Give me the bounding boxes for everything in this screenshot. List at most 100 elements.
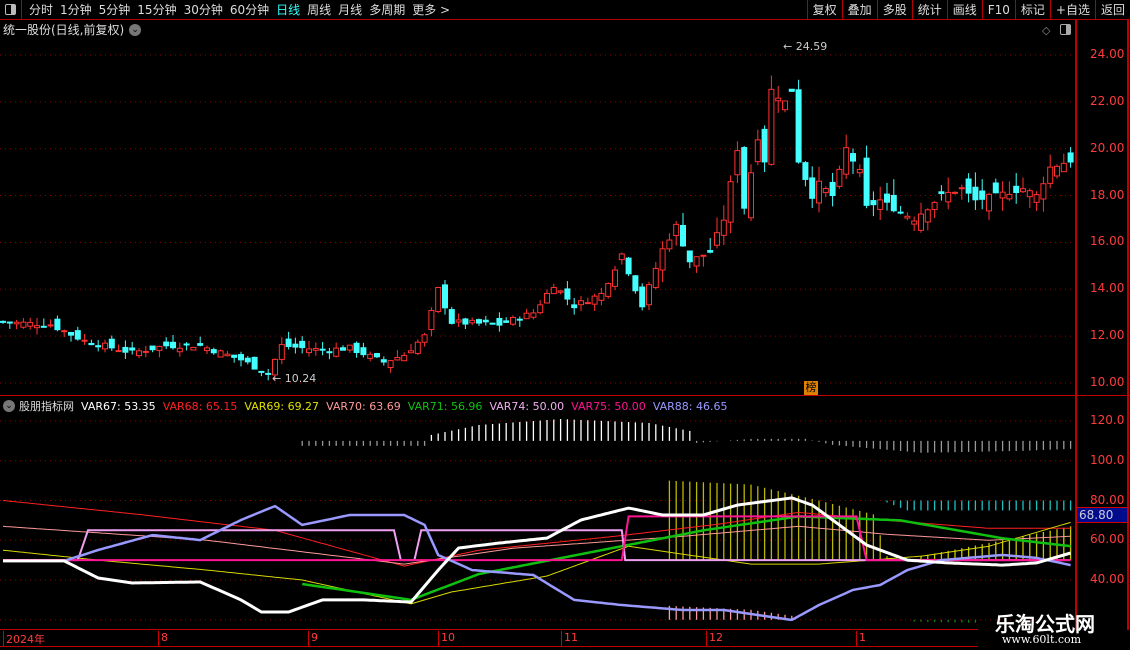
candle-body — [863, 157, 870, 206]
candle-body — [476, 319, 482, 324]
candle-body — [353, 342, 360, 354]
candle-body — [877, 199, 884, 210]
indicator-var-value: VAR75: 50.00 — [571, 399, 646, 413]
candle-body — [258, 370, 265, 373]
ranking-badge[interactable]: 榜 — [804, 381, 818, 395]
indicator-current-value: 68.80 — [1076, 507, 1128, 523]
panel-separator[interactable] — [0, 395, 1130, 396]
candle-body — [673, 223, 680, 237]
candle-body — [74, 330, 81, 340]
candle-body — [775, 97, 782, 102]
candle-body — [761, 128, 768, 163]
candle-body — [646, 284, 652, 306]
candle-body — [734, 150, 741, 176]
candle-body — [462, 318, 469, 325]
indicator-var-value: VAR69: 69.27 — [244, 399, 320, 413]
candle-body — [1013, 185, 1020, 194]
candle-body — [1054, 165, 1060, 177]
candle-body — [34, 325, 40, 329]
candle-body — [782, 100, 788, 111]
candle-body — [6, 321, 13, 324]
indicator-line-var70 — [2, 525, 1071, 565]
candle-body — [544, 292, 550, 304]
candle-body — [299, 340, 306, 349]
price-axis-label: 10.00 — [1090, 375, 1125, 389]
candle-body — [822, 188, 829, 194]
indicator-axis-label: 100.0 — [1090, 452, 1125, 467]
candle-body — [639, 286, 646, 308]
chevron-down-icon[interactable]: ⌄ — [3, 400, 15, 412]
candle-body — [952, 191, 958, 194]
price-axis-label: 16.00 — [1090, 234, 1125, 249]
candle-body — [129, 347, 136, 351]
candle-body — [197, 343, 204, 346]
candle-body — [183, 343, 190, 346]
candle-body — [156, 345, 163, 351]
candle-body — [421, 334, 428, 343]
candle-body — [435, 287, 442, 312]
candle-body — [54, 318, 61, 331]
candle-body — [591, 295, 598, 305]
candle-body — [523, 312, 530, 320]
candle-body — [489, 322, 496, 325]
candle-body — [95, 345, 102, 348]
candle-body — [428, 309, 435, 331]
candle-body — [482, 319, 489, 323]
candle-body — [346, 344, 353, 351]
candle-body — [850, 153, 856, 162]
candle-body — [1047, 166, 1054, 184]
candle-body — [108, 338, 115, 349]
candle-body — [516, 318, 523, 321]
candle-body — [924, 209, 931, 223]
candle-body — [136, 350, 142, 357]
candle-body — [496, 317, 503, 326]
candle-body — [965, 178, 972, 194]
candle-body — [612, 269, 618, 287]
candle-body — [190, 346, 197, 351]
candle-body — [47, 324, 54, 327]
candle-body — [652, 267, 659, 289]
indicator-header: ⌄ 股朋指标网 VAR67: 53.35 VAR68: 65.15 VAR69: 6… — [3, 398, 735, 414]
candle-body — [618, 253, 625, 261]
candle-body — [170, 341, 176, 349]
indicator-var-value: VAR67: 53.35 — [81, 399, 156, 413]
candle-body — [278, 344, 285, 360]
candle-body — [659, 248, 666, 271]
candle-body — [666, 239, 673, 250]
candle-body — [605, 283, 612, 297]
indicator-var-value: VAR71: 56.96 — [407, 399, 483, 413]
candle-body — [448, 309, 455, 324]
candle-body — [61, 330, 68, 333]
candle-body — [401, 354, 408, 362]
price-axis-label: 22.00 — [1090, 93, 1125, 108]
date-axis-label: 8 — [158, 631, 168, 646]
candle-body — [265, 372, 272, 375]
candle-body — [1040, 183, 1047, 200]
candle-body — [408, 350, 414, 354]
candle-body — [292, 343, 299, 348]
candle-body — [149, 345, 156, 351]
candle-body — [870, 200, 877, 206]
candle-body — [251, 356, 258, 370]
candle-body — [537, 304, 544, 314]
price-axis-label: 14.00 — [1090, 281, 1125, 296]
candle-body — [68, 331, 74, 336]
candle-body — [1067, 152, 1074, 163]
candle-body — [1033, 194, 1040, 203]
indicator-var-value: VAR88: 46.65 — [652, 399, 728, 413]
candle-body — [584, 302, 591, 305]
candle-body — [217, 350, 224, 358]
candle-body — [88, 342, 95, 346]
candle-body — [992, 182, 999, 194]
indicator-line-var68 — [2, 500, 1071, 567]
candle-body — [13, 321, 20, 325]
chart-canvas[interactable]: ← 24.59 ← 10.24 — [0, 0, 1130, 650]
indicator-axis-label: 40.00 — [1090, 572, 1125, 586]
low-price-label: ← 10.24 — [272, 372, 316, 385]
indicator-name[interactable]: 股朋指标网 — [19, 398, 74, 414]
date-axis-label: 10 — [438, 631, 455, 646]
candle-body — [306, 348, 312, 354]
candle-body — [795, 89, 802, 163]
candle-body — [788, 88, 795, 92]
candle-body — [455, 319, 462, 323]
